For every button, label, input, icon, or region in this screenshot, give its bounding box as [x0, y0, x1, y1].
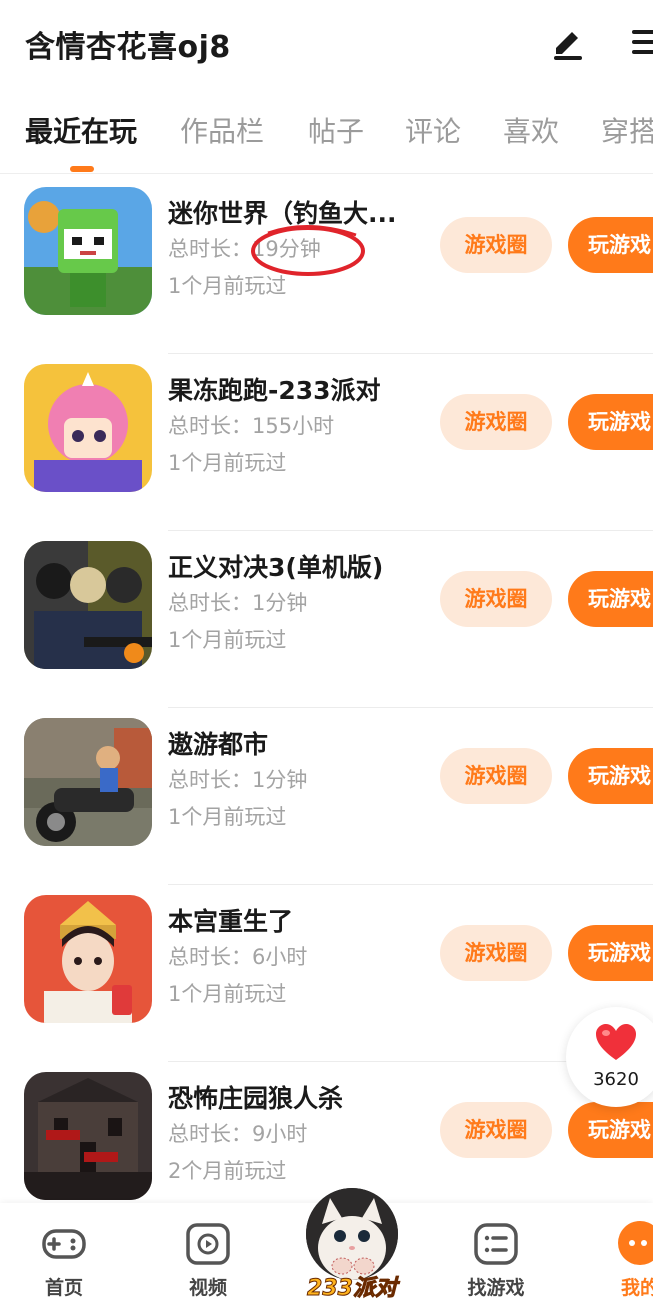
play-game-button[interactable]: 玩游戏 [568, 925, 653, 981]
game-circle-button[interactable]: 游戏圈 [440, 1102, 552, 1158]
game-circle-button[interactable]: 游戏圈 [440, 925, 552, 981]
game-duration: 总时长：9小时 [168, 1122, 308, 1146]
nav-label: 首页 [44, 1277, 83, 1299]
heart-icon [596, 1024, 636, 1060]
cat-avatar-image [306, 1188, 398, 1280]
play-game-button[interactable]: 玩游戏 [568, 217, 653, 273]
nav-home[interactable]: 首页 [9, 1203, 119, 1307]
game-art-image [24, 718, 152, 846]
game-title: 遨游都市 [168, 730, 269, 759]
tab-recently-played[interactable]: 最近在玩 [25, 110, 137, 150]
game-last-played: 1个月前玩过 [168, 451, 287, 475]
game-duration: 总时长：155小时 [168, 414, 335, 438]
nav-label: 找游戏 [467, 1277, 525, 1299]
nav-video[interactable]: 视频 [153, 1203, 263, 1307]
nav-party-label[interactable]: 233派对 [297, 1270, 407, 1302]
game-art-image [24, 1072, 152, 1200]
game-last-played: 2个月前玩过 [168, 1159, 287, 1183]
game-art-image [24, 187, 152, 315]
game-art-image [24, 364, 152, 492]
list-icon [474, 1223, 518, 1265]
tab-works[interactable]: 作品栏 [180, 110, 264, 150]
nav-label: 视频 [188, 1277, 227, 1299]
tab-outfits[interactable]: 穿搭 [601, 110, 653, 150]
nav-label: 我的 [621, 1277, 653, 1299]
game-duration: 总时长：6小时 [168, 945, 308, 969]
game-title: 本宫重生了 [168, 907, 294, 936]
party-avatar[interactable] [306, 1188, 398, 1280]
game-thumbnail-6[interactable] [24, 1072, 152, 1200]
game-last-played: 1个月前玩过 [168, 628, 287, 652]
game-last-played: 1个月前玩过 [168, 982, 287, 1006]
tab-likes[interactable]: 喜欢 [503, 110, 559, 150]
red-circle-annotation [251, 225, 365, 276]
menu-icon[interactable] [628, 22, 653, 62]
play-game-button[interactable]: 玩游戏 [568, 1102, 653, 1158]
game-thumbnail-4[interactable] [24, 718, 152, 846]
game-duration: 总时长：1分钟 [168, 768, 308, 792]
tab-posts[interactable]: 帖子 [308, 110, 364, 150]
tab-bar: 最近在玩 作品栏 帖子 评论 喜欢 穿搭 [0, 100, 653, 172]
game-title: 恐怖庄园狼人杀 [168, 1084, 344, 1113]
play-game-button[interactable]: 玩游戏 [568, 394, 653, 450]
game-art-image [24, 895, 152, 1023]
divider [0, 173, 653, 174]
header: 含情杏花喜oj8 [0, 0, 653, 90]
tab-comments[interactable]: 评论 [405, 110, 461, 150]
profile-chat-icon [618, 1221, 653, 1265]
game-title: 果冻跑跑-233派对 [168, 376, 381, 405]
game-thumbnail-2[interactable] [24, 364, 152, 492]
game-row-4[interactable]: 遨游都市 总时长：1分钟 1个月前玩过 游戏圈 玩游戏 [0, 708, 653, 885]
game-circle-button[interactable]: 游戏圈 [440, 748, 552, 804]
game-art-image [24, 541, 152, 669]
tab-active-indicator [70, 166, 94, 172]
game-last-played: 1个月前玩过 [168, 805, 287, 829]
game-thumbnail-5[interactable] [24, 895, 152, 1023]
game-row-2[interactable]: 果冻跑跑-233派对 总时长：155小时 1个月前玩过 游戏圈 玩游戏 [0, 354, 653, 531]
game-duration: 总时长：1分钟 [168, 591, 308, 615]
gamepad-icon [42, 1229, 86, 1259]
video-icon [186, 1223, 230, 1265]
nav-find-game[interactable]: 找游戏 [441, 1203, 551, 1307]
nav-mine[interactable]: 我的 [585, 1203, 653, 1307]
game-thumbnail-1[interactable] [24, 187, 152, 315]
play-game-button[interactable]: 玩游戏 [568, 571, 653, 627]
game-row-5[interactable]: 本宫重生了 总时长：6小时 1个月前玩过 游戏圈 玩游戏 [0, 885, 653, 1062]
profile-name: 含情杏花喜oj8 [25, 30, 231, 65]
game-circle-button[interactable]: 游戏圈 [440, 394, 552, 450]
game-circle-button[interactable]: 游戏圈 [440, 217, 552, 273]
play-game-button[interactable]: 玩游戏 [568, 748, 653, 804]
like-count: 3620 [593, 1069, 639, 1090]
game-thumbnail-3[interactable] [24, 541, 152, 669]
game-circle-button[interactable]: 游戏圈 [440, 571, 552, 627]
game-title: 正义对决3(单机版) [168, 553, 384, 582]
game-row-3[interactable]: 正义对决3(单机版) 总时长：1分钟 1个月前玩过 游戏圈 玩游戏 [0, 531, 653, 708]
edit-pen-icon[interactable] [548, 22, 588, 62]
